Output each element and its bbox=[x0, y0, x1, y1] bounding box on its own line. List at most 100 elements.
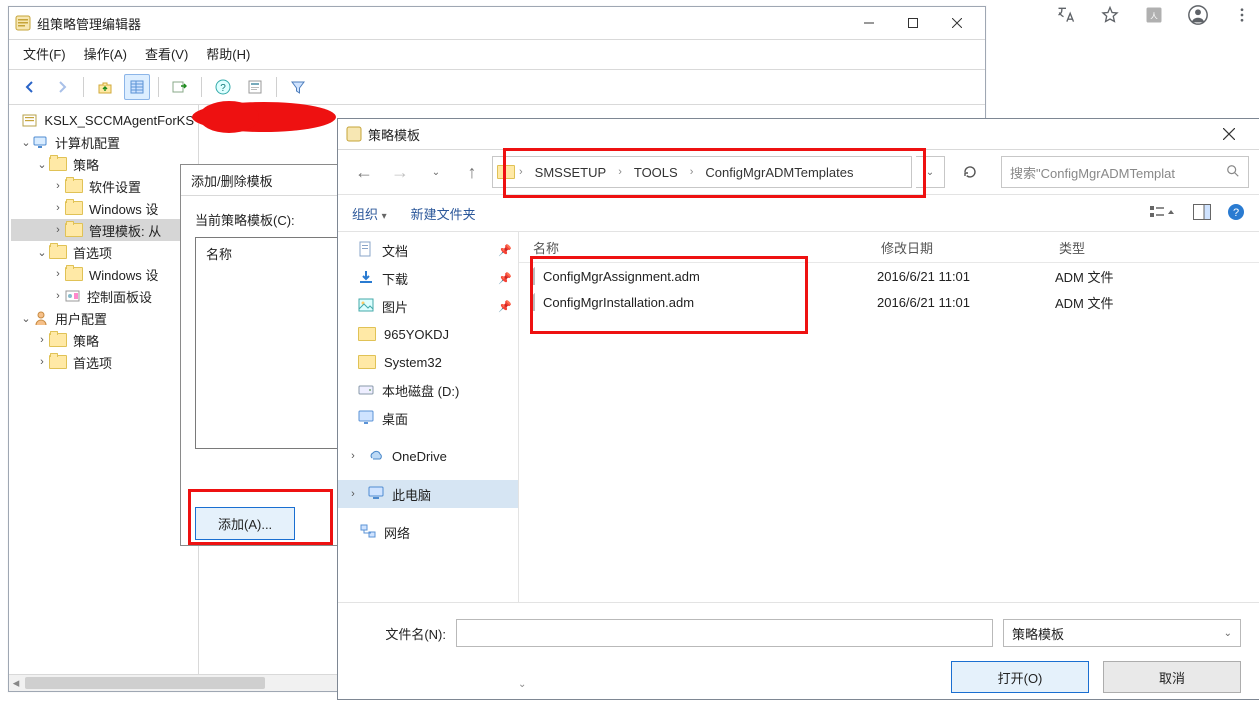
collapse-icon[interactable]: ⌄ bbox=[19, 136, 33, 149]
star-icon[interactable] bbox=[1099, 4, 1121, 26]
file-list[interactable]: 名称 修改日期 类型 大小 ConfigMgrAssignment.adm 20… bbox=[519, 232, 1259, 602]
side-system32[interactable]: System32 bbox=[384, 355, 442, 370]
chevron-right-icon[interactable]: › bbox=[618, 166, 622, 178]
side-documents[interactable]: 文档 bbox=[382, 241, 408, 260]
tree-windows-settings-2[interactable]: Windows 设 bbox=[87, 265, 160, 284]
expand-icon[interactable]: › bbox=[51, 268, 65, 280]
nav-back-icon[interactable]: ← bbox=[348, 156, 380, 188]
tree-user-config[interactable]: 用户配置 bbox=[53, 309, 109, 328]
properties-icon[interactable] bbox=[242, 74, 268, 100]
breadcrumb-tools[interactable]: TOOLS bbox=[626, 161, 686, 184]
pin-icon[interactable]: 📌 bbox=[498, 272, 512, 285]
col-name[interactable]: 名称 bbox=[519, 238, 867, 257]
view-options-icon[interactable] bbox=[1149, 204, 1177, 223]
filetype-dropdown[interactable]: 策略模板 ⌄ bbox=[1003, 619, 1241, 647]
preview-pane-icon[interactable] bbox=[1193, 204, 1211, 223]
tree-policy-2[interactable]: 策略 bbox=[71, 331, 101, 350]
menu-dots-icon[interactable] bbox=[1231, 4, 1253, 26]
new-folder-button[interactable]: 新建文件夹 bbox=[411, 204, 476, 223]
navigation-bar: ← → ⌄ ↑ › SMSSETUP › TOOLS › ConfigMgrAD… bbox=[338, 150, 1259, 195]
up-level-icon[interactable] bbox=[92, 74, 118, 100]
filter-icon[interactable] bbox=[285, 74, 311, 100]
side-pictures[interactable]: 图片 bbox=[382, 297, 408, 316]
gpmc-app-icon bbox=[15, 15, 31, 31]
side-downloads[interactable]: 下载 bbox=[382, 269, 408, 288]
open-button[interactable]: 打开(O) bbox=[951, 661, 1089, 693]
col-type[interactable]: 类型 bbox=[1045, 238, 1223, 257]
breadcrumb-dropdown-icon[interactable]: ⌄ bbox=[916, 156, 945, 188]
collapse-icon[interactable]: ⌄ bbox=[35, 158, 49, 171]
col-date[interactable]: 修改日期 bbox=[867, 238, 1045, 257]
account-icon[interactable] bbox=[1187, 4, 1209, 26]
side-network[interactable]: 网络 bbox=[384, 523, 410, 542]
menu-action[interactable]: 操作(A) bbox=[84, 44, 127, 63]
pin-icon[interactable]: 📌 bbox=[498, 244, 512, 257]
side-desktop[interactable]: 桌面 bbox=[382, 409, 408, 428]
details-view-icon[interactable] bbox=[124, 74, 150, 100]
file-row[interactable]: ConfigMgrInstallation.adm 2016/6/21 11:0… bbox=[519, 289, 1259, 315]
search-input[interactable]: 搜索"ConfigMgrADMTemplat bbox=[1001, 156, 1249, 188]
expand-icon[interactable]: › bbox=[346, 488, 360, 500]
chevron-right-icon[interactable]: › bbox=[690, 166, 694, 178]
column-headers[interactable]: 名称 修改日期 类型 大小 bbox=[519, 232, 1259, 263]
menu-file[interactable]: 文件(F) bbox=[23, 44, 66, 63]
tree-admin-templates[interactable]: 管理模板: 从 bbox=[87, 221, 163, 240]
tree-policy[interactable]: 策略 bbox=[71, 155, 101, 174]
side-this-pc[interactable]: 此电脑 bbox=[392, 485, 431, 504]
expand-icon[interactable]: › bbox=[35, 356, 49, 368]
export-icon[interactable] bbox=[167, 74, 193, 100]
side-folder-965yokdj[interactable]: 965YOKDJ bbox=[384, 327, 449, 342]
nav-up-icon[interactable]: ↑ bbox=[456, 156, 488, 188]
tree-preferences[interactable]: 首选项 bbox=[71, 243, 114, 262]
expand-icon[interactable]: › bbox=[51, 224, 65, 236]
organize-menu[interactable]: 组织 ▾ bbox=[352, 204, 387, 223]
tree-control-panel[interactable]: 控制面板设 bbox=[85, 287, 154, 306]
chevron-right-icon[interactable]: › bbox=[519, 166, 523, 178]
drive-icon bbox=[358, 381, 374, 400]
file-name: ConfigMgrAssignment.adm bbox=[543, 269, 863, 284]
close-button[interactable] bbox=[935, 8, 979, 38]
tree-preferences-2[interactable]: 首选项 bbox=[71, 353, 114, 372]
help-icon[interactable]: ? bbox=[210, 74, 236, 100]
tree-windows-settings[interactable]: Windows 设 bbox=[87, 199, 160, 218]
menu-help[interactable]: 帮助(H) bbox=[206, 44, 250, 63]
expand-icon[interactable]: › bbox=[35, 334, 49, 346]
breadcrumb-bar[interactable]: › SMSSETUP › TOOLS › ConfigMgrADMTemplat… bbox=[492, 156, 912, 188]
expand-icon[interactable]: › bbox=[346, 450, 360, 462]
breadcrumb-smssetup[interactable]: SMSSETUP bbox=[527, 161, 615, 184]
splitter-chevron-icon[interactable]: ⌄ bbox=[518, 679, 526, 690]
side-onedrive[interactable]: OneDrive bbox=[392, 449, 447, 464]
filename-input[interactable] bbox=[456, 619, 993, 647]
gpmc-tree[interactable]: KSLX_SCCMAgentForKS ⌄ 计算机配置 ⌄ 策略 › 软件设置 › Wi… bbox=[9, 105, 199, 689]
help-icon[interactable]: ? bbox=[1227, 203, 1245, 224]
translate-icon[interactable] bbox=[1055, 4, 1077, 26]
add-button[interactable]: 添加(A)... bbox=[195, 507, 295, 540]
file-type: ADM 文件 bbox=[1041, 267, 1219, 286]
tree-software-settings[interactable]: 软件设置 bbox=[87, 177, 143, 196]
minimize-button[interactable] bbox=[847, 8, 891, 38]
collapse-icon[interactable]: ⌄ bbox=[35, 246, 49, 259]
cancel-button[interactable]: 取消 bbox=[1103, 661, 1241, 693]
collapse-icon[interactable]: ⌄ bbox=[19, 312, 33, 325]
refresh-icon[interactable] bbox=[955, 157, 985, 187]
file-row[interactable]: ConfigMgrAssignment.adm 2016/6/21 11:01 … bbox=[519, 263, 1259, 289]
maximize-button[interactable] bbox=[891, 8, 935, 38]
file-name: ConfigMgrInstallation.adm bbox=[543, 295, 863, 310]
tree-computer-config[interactable]: 计算机配置 bbox=[53, 133, 122, 152]
breadcrumb-configmgradmtemplates[interactable]: ConfigMgrADMTemplates bbox=[697, 161, 861, 184]
pin-icon[interactable]: 📌 bbox=[498, 300, 512, 313]
nav-recent-icon[interactable]: ⌄ bbox=[420, 156, 452, 188]
back-icon[interactable] bbox=[17, 74, 43, 100]
side-local-disk-d[interactable]: 本地磁盘 (D:) bbox=[382, 381, 459, 400]
scrollbar-thumb[interactable] bbox=[25, 677, 265, 689]
expand-icon[interactable]: › bbox=[51, 290, 65, 302]
menu-view[interactable]: 查看(V) bbox=[145, 44, 188, 63]
navigation-pane[interactable]: 文档📌 下载📌 图片📌 965YOKDJ System32 本地磁盘 (D:) … bbox=[338, 232, 519, 602]
file-size: 6 KB bbox=[1219, 269, 1259, 284]
col-size[interactable]: 大小 bbox=[1223, 238, 1259, 257]
expand-icon[interactable]: › bbox=[51, 202, 65, 214]
dialog-close-button[interactable] bbox=[1207, 120, 1251, 148]
pdf-icon[interactable]: 人 bbox=[1143, 4, 1165, 26]
tree-root[interactable]: KSLX_SCCMAgentForKS bbox=[42, 113, 196, 128]
expand-icon[interactable]: › bbox=[51, 180, 65, 192]
